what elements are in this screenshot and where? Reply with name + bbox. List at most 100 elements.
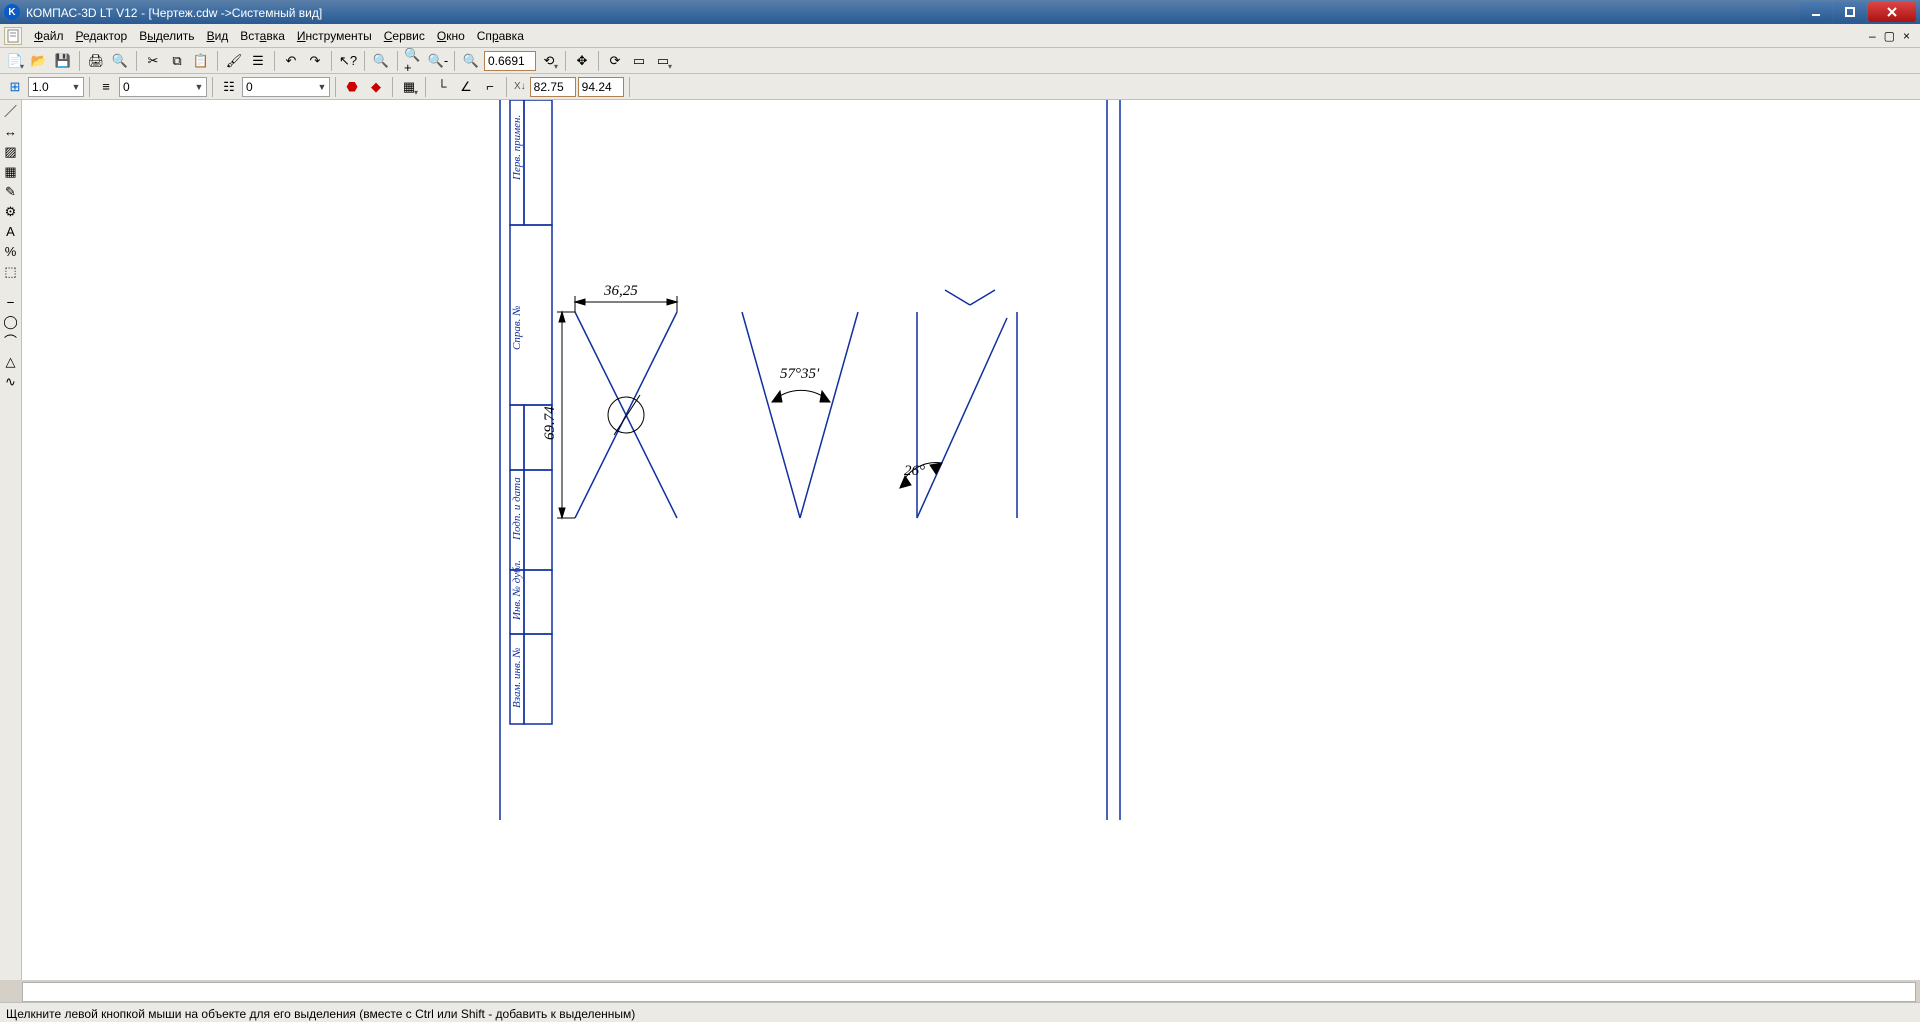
zoom-window-icon: 🔍 (463, 54, 479, 67)
zoom-prev-button[interactable]: ⟲ (538, 50, 560, 72)
step-input[interactable] (29, 80, 69, 94)
chevron-down-icon[interactable]: ▼ (69, 82, 83, 92)
hatch-icon: ▨ (4, 145, 16, 158)
linestyle-button[interactable]: ≡ (95, 76, 117, 98)
app-name: КОМПАС-3D LT V12 (26, 6, 137, 20)
tool-segment[interactable]: ⎯ (2, 292, 20, 310)
ortho-button[interactable]: └ (431, 76, 453, 98)
mdi-close-icon[interactable]: × (1903, 29, 1910, 43)
tool-spline[interactable]: ∿ (2, 372, 20, 390)
snap-end-button[interactable]: ⬣ (341, 76, 363, 98)
linestyle-combo[interactable]: ▼ (119, 77, 207, 97)
zoom-input[interactable] (484, 51, 536, 71)
frame-label-3: Инв. № дубл. (511, 560, 523, 621)
window-title: КОМПАС-3D LT V12 - [Чертеж.cdw ->Системн… (26, 5, 1798, 20)
print-icon: 🖨 (88, 54, 105, 67)
grid-toggle-button[interactable]: ▦ (398, 76, 420, 98)
tool-select[interactable]: ⬚ (2, 262, 20, 280)
dim-angle-right: 26° (904, 463, 925, 479)
help-cursor-button[interactable]: ↖? (337, 50, 359, 72)
mdi-doc-icon[interactable] (4, 27, 22, 45)
tool-edit[interactable]: ✎ (2, 182, 20, 200)
menu-help[interactable]: Справка (471, 27, 530, 45)
param-icon: ⚙ (5, 205, 17, 218)
paste-button[interactable]: 📋 (190, 50, 212, 72)
line-icon: ／ (4, 105, 17, 118)
doc-name: [Чертеж.cdw ->Системный вид] (148, 6, 322, 20)
menu-file[interactable]: Файл (28, 27, 70, 45)
zoom-extents-button[interactable]: 🔍 (370, 50, 392, 72)
layer-input[interactable] (243, 80, 315, 94)
polar-button[interactable]: ∠ (455, 76, 477, 98)
polar-icon: ∠ (460, 80, 472, 93)
menu-insert[interactable]: Вставка (234, 27, 291, 45)
zoom-in-button[interactable]: 🔍+ (403, 50, 425, 72)
tool-dim[interactable]: ↔ (2, 122, 20, 140)
pan-icon: ✥ (577, 54, 588, 67)
tool-line[interactable]: ／ (2, 102, 20, 120)
menu-window[interactable]: Окно (431, 27, 471, 45)
circle-icon: ◯ (3, 315, 18, 328)
open-button[interactable]: 📂 (28, 50, 50, 72)
titlebar: K КОМПАС-3D LT V12 - [Чертеж.cdw ->Систе… (0, 0, 1920, 24)
copy-button[interactable]: ⧉ (166, 50, 188, 72)
drawing-canvas[interactable]: Перв. примен. Справ. № Подп. и дата Инв.… (22, 100, 1920, 980)
save-button[interactable]: 💾 (52, 50, 74, 72)
grid-icon: ▦ (403, 80, 415, 93)
undo-button[interactable]: ↶ (280, 50, 302, 72)
segment-icon: ⎯ (7, 295, 14, 308)
tool-arc[interactable]: ⌒ (2, 332, 20, 350)
menu-view[interactable]: Вид (201, 27, 235, 45)
tool-measure[interactable]: % (2, 242, 20, 260)
preview-button[interactable]: 🔍 (109, 50, 131, 72)
chevron-down-icon[interactable]: ▼ (192, 82, 206, 92)
cut-button[interactable]: ✂ (142, 50, 164, 72)
menu-tools[interactable]: Инструменты (291, 27, 378, 45)
preview-icon: 🔍 (112, 54, 128, 67)
measure-icon: % (5, 245, 17, 258)
format-painter-button[interactable]: 🖌 (223, 50, 245, 72)
local-cs-button[interactable]: ⌐ (479, 76, 501, 98)
menu-select[interactable]: Выделить (133, 27, 200, 45)
chevron-down-icon[interactable]: ▼ (315, 82, 329, 92)
tool-circle[interactable]: ◯ (2, 312, 20, 330)
command-bar[interactable] (22, 982, 1916, 1002)
frame-label-0: Перв. примен. (511, 115, 523, 181)
view1-button[interactable]: ▭ (628, 50, 650, 72)
mdi-min-icon[interactable]: – (1869, 29, 1876, 43)
menu-service[interactable]: Сервис (378, 27, 431, 45)
spline-icon: ∿ (5, 375, 16, 388)
coord-x-input[interactable] (530, 77, 576, 97)
coord-y-input[interactable] (578, 77, 624, 97)
refresh-button[interactable]: ⟳ (604, 50, 626, 72)
tool-text[interactable]: A (2, 222, 20, 240)
zoom-extents-icon: 🔍 (373, 54, 389, 67)
tool-angle[interactable]: △ (2, 352, 20, 370)
grid-step-button[interactable]: ⊞ (4, 76, 26, 98)
pan-button[interactable]: ✥ (571, 50, 593, 72)
tool-hatch[interactable]: ▨ (2, 142, 20, 160)
close-button[interactable] (1868, 2, 1916, 22)
menu-edit[interactable]: Редактор (70, 27, 134, 45)
tool-param[interactable]: ⚙ (2, 202, 20, 220)
frame-label-4: Взам. инв. № (511, 647, 523, 708)
print-button[interactable]: 🖨 (85, 50, 107, 72)
layer-combo[interactable]: ▼ (242, 77, 330, 97)
cut-icon: ✂ (148, 54, 159, 67)
layer-button[interactable]: ☷ (218, 76, 240, 98)
minimize-button[interactable] (1800, 2, 1832, 22)
zoom-prev-icon: ⟲ (544, 54, 555, 67)
refresh-icon: ⟳ (610, 54, 621, 67)
zoom-out-button[interactable]: 🔍- (427, 50, 449, 72)
zoom-window-button[interactable]: 🔍 (460, 50, 482, 72)
tool-grid[interactable]: ▦ (2, 162, 20, 180)
redo-button[interactable]: ↷ (304, 50, 326, 72)
view2-button[interactable]: ▭ (652, 50, 674, 72)
properties-button[interactable]: ☰ (247, 50, 269, 72)
snap-mid-button[interactable]: ◆ (365, 76, 387, 98)
step-combo[interactable]: ▼ (28, 77, 84, 97)
linestyle-input[interactable] (120, 80, 192, 94)
mdi-restore-icon[interactable]: ▢ (1884, 29, 1895, 43)
new-button[interactable]: 📄 (4, 50, 26, 72)
maximize-button[interactable] (1834, 2, 1866, 22)
